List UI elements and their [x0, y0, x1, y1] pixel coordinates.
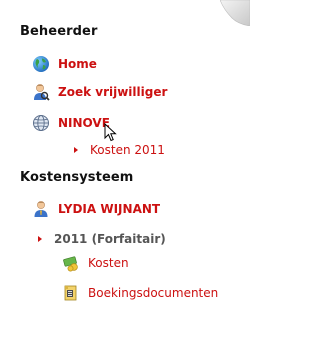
year-2011-label: 2011 (Forfaitair) [54, 232, 166, 246]
lydia-wijnant-link-label: LYDIA WIJNANT [58, 202, 161, 216]
globe-icon [32, 55, 50, 73]
boekingsdocumenten-link-label: Boekingsdocumenten [88, 286, 219, 300]
user-icon [32, 200, 50, 218]
home-link-label: Home [58, 57, 97, 71]
kosten-link-label: Kosten [88, 256, 129, 270]
nav-item-kosten-2011[interactable]: Kosten 2011 [74, 140, 165, 160]
kosten-2011-link-label: Kosten 2011 [90, 143, 165, 157]
nav-item-year-2011[interactable]: 2011 (Forfaitair) [38, 229, 166, 249]
nav-item-kosten[interactable]: Kosten [62, 253, 129, 273]
nav-item-zoek-vrijwilliger[interactable]: Zoek vrijwilliger [32, 82, 167, 102]
nav-item-ninove[interactable]: NINOVE [32, 113, 110, 133]
bullet-arrow-icon [74, 147, 78, 153]
page-curl-decoration [220, 0, 250, 26]
ninove-link-label: NINOVE [58, 116, 110, 130]
nav-item-boekingsdocumenten[interactable]: Boekingsdocumenten [62, 283, 218, 303]
nav-item-home[interactable]: Home [32, 54, 97, 74]
section-title-kostensysteem: Kostensysteem [20, 170, 134, 185]
nav-item-lydia-wijnant[interactable]: LYDIA WIJNANT [32, 199, 160, 219]
zoek-vrijwilliger-link-label: Zoek vrijwilliger [58, 85, 168, 99]
web-globe-icon [32, 114, 50, 132]
document-icon [62, 284, 80, 302]
bullet-arrow-icon [38, 236, 42, 242]
section-title-beheerder: Beheerder [20, 24, 98, 39]
user-search-icon [32, 83, 50, 101]
money-icon [62, 254, 80, 272]
